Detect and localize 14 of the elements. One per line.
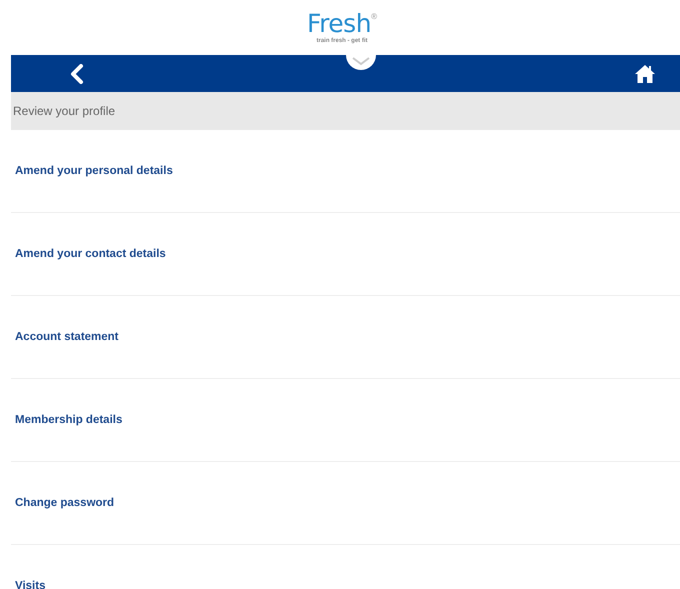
menu-link[interactable]: Visits [15, 580, 46, 589]
registered-mark: ® [371, 12, 377, 21]
menu-link[interactable]: Change password [15, 497, 114, 509]
menu-link[interactable]: Account statement [15, 331, 119, 343]
chevron-down-icon[interactable] [346, 55, 376, 71]
back-button[interactable] [70, 64, 84, 84]
menu-link[interactable]: Amend your contact details [15, 248, 166, 260]
logo-wordmark: Fresh [307, 10, 372, 38]
section-header: Review your profile [11, 92, 680, 130]
menu-link[interactable]: Amend your personal details [15, 165, 173, 177]
back-icon [70, 64, 84, 84]
home-icon [634, 64, 656, 84]
menu-link[interactable]: Membership details [15, 414, 122, 426]
home-button[interactable] [634, 64, 656, 84]
